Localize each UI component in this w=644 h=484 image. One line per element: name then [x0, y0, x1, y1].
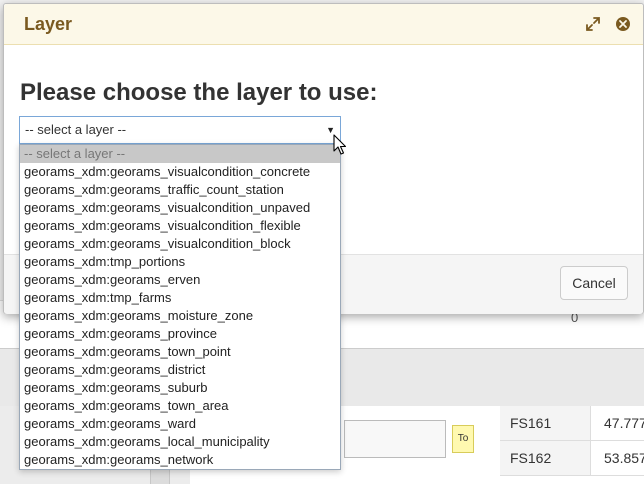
background-input[interactable] [344, 420, 446, 458]
dropdown-option[interactable]: georams_xdm:georams_visualcondition_unpa… [20, 199, 340, 217]
dialog-header: Layer [4, 4, 643, 45]
background-tooltip: To [452, 425, 474, 453]
dialog-prompt: Please choose the layer to use: [20, 79, 378, 106]
row-id: FS161 [500, 406, 591, 440]
dialog-title: Layer [24, 14, 73, 34]
row-value: 47.777 [604, 415, 644, 431]
layer-select[interactable]: -- select a layer -- ▼ [19, 116, 341, 144]
layer-dropdown-list[interactable]: -- select a layer -- georams_xdm:georams_… [19, 144, 341, 470]
dropdown-option[interactable]: georams_xdm:georams_town_point [20, 343, 340, 361]
select-value: -- select a layer -- [25, 122, 127, 137]
dropdown-option[interactable]: georams_xdm:georams_visualcondition_flex… [20, 217, 340, 235]
table-row[interactable]: FS161 47.777 [500, 406, 644, 441]
cancel-button[interactable]: Cancel [560, 266, 628, 300]
dropdown-option[interactable]: georams_xdm:georams_traffic_count_statio… [20, 181, 340, 199]
row-id: FS162 [500, 441, 591, 475]
dropdown-option[interactable]: georams_xdm:georams_local_municipality [20, 433, 340, 451]
dropdown-option[interactable]: georams_xdm:georams_ward [20, 415, 340, 433]
dropdown-option[interactable]: georams_xdm:georams_network [20, 451, 340, 469]
dropdown-option[interactable]: georams_xdm:georams_visualcondition_conc… [20, 163, 340, 181]
mouse-cursor-icon [333, 134, 347, 155]
dropdown-option[interactable]: georams_xdm:georams_visualcondition_bloc… [20, 235, 340, 253]
dropdown-option[interactable]: georams_xdm:georams_district [20, 361, 340, 379]
table-row[interactable]: FS162 53.857 [500, 441, 644, 476]
dropdown-option[interactable]: georams_xdm:georams_moisture_zone [20, 307, 340, 325]
dropdown-option[interactable]: georams_xdm:georams_province [20, 325, 340, 343]
row-value: 53.857 [604, 450, 644, 466]
dropdown-option[interactable]: georams_xdm:georams_erven [20, 271, 340, 289]
dropdown-option[interactable]: georams_xdm:georams_town_area [20, 397, 340, 415]
expand-icon[interactable] [584, 15, 602, 33]
dropdown-option-placeholder[interactable]: -- select a layer -- [20, 145, 340, 163]
dropdown-option[interactable]: georams_xdm:georams_suburb [20, 379, 340, 397]
dropdown-option[interactable]: georams_xdm:tmp_portions [20, 253, 340, 271]
dropdown-option[interactable]: georams_xdm:tmp_farms [20, 289, 340, 307]
close-icon[interactable] [614, 15, 632, 33]
